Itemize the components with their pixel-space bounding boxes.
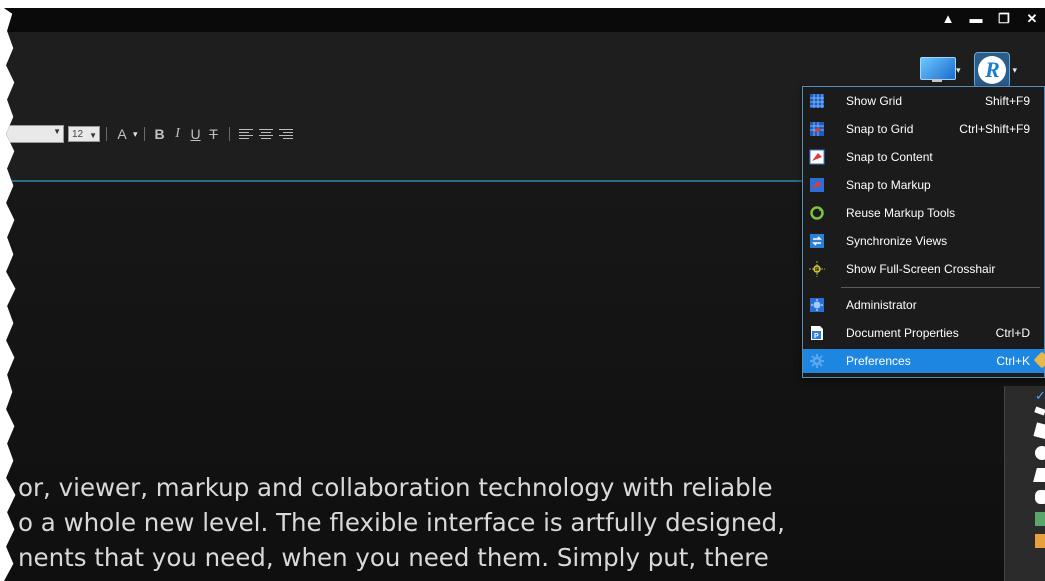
workspace-button[interactable]: ▾ xyxy=(919,57,961,83)
menu-item-label: Reuse Markup Tools xyxy=(846,206,956,220)
menu-item-label: Document Properties xyxy=(846,326,959,340)
top-right-icons: ▾ R ▾ xyxy=(919,52,1017,88)
underline-button[interactable]: U xyxy=(187,126,205,142)
reuse-tools-icon xyxy=(810,206,824,220)
font-color-button[interactable]: A xyxy=(113,126,131,142)
menu-item-label: Administrator xyxy=(846,298,917,312)
align-left-icon[interactable] xyxy=(238,128,253,140)
menu-item-snap-to-content[interactable]: Snap to Content xyxy=(803,145,1044,169)
chevron-down-icon[interactable]: ▾ xyxy=(133,129,138,140)
administrator-icon xyxy=(810,298,824,312)
chevron-down-icon: ▾ xyxy=(1012,64,1017,75)
font-size-value: 12 xyxy=(72,129,84,140)
check-icon[interactable]: ✓ xyxy=(1035,388,1045,403)
menu-item-label: Preferences xyxy=(846,354,911,368)
svg-text:P: P xyxy=(814,333,819,340)
pin-icon xyxy=(1033,351,1045,369)
toolbar-divider xyxy=(143,127,145,141)
revu-logo-icon: R xyxy=(974,52,1011,88)
menu-item-snap-to-grid[interactable]: Snap to Grid Ctrl+Shift+F9 xyxy=(803,117,1044,141)
menu-item-show-full-screen-crosshair[interactable]: Show Full-Screen Crosshair xyxy=(803,257,1044,281)
menu-item-label: Snap to Markup xyxy=(846,178,931,192)
window-controls: ▲ ▬ ❐ ✕ xyxy=(941,11,1039,27)
ellipse-tool-icon[interactable] xyxy=(1035,446,1045,460)
menu-item-label: Snap to Content xyxy=(846,150,933,164)
text-line: o a whole new level. The flexible interf… xyxy=(18,508,785,537)
restore-icon[interactable]: ❐ xyxy=(997,11,1011,27)
preferences-icon xyxy=(810,354,824,368)
ribbon-collapse-icon[interactable]: ▲ xyxy=(941,11,955,27)
menu-item-label: Snap to Grid xyxy=(846,122,914,136)
grid-icon xyxy=(810,94,824,108)
menu-item-shortcut: Ctrl+Shift+F9 xyxy=(959,122,1030,136)
menu-item-label: Show Grid xyxy=(846,94,903,108)
toolbar-divider xyxy=(106,127,107,141)
menu-item-label: Show Full-Screen Crosshair xyxy=(846,262,996,276)
document-properties-icon: P xyxy=(811,326,823,340)
rectangle-tool-icon[interactable] xyxy=(1033,422,1045,440)
menu-item-reuse-markup-tools[interactable]: Reuse Markup Tools xyxy=(803,201,1044,225)
snap-markup-icon xyxy=(810,178,824,192)
document-text: or, viewer, markup and collaboration tec… xyxy=(18,470,785,575)
menu-item-document-properties[interactable]: P Document Properties Ctrl+D xyxy=(803,321,1044,345)
monitor-icon xyxy=(919,57,956,83)
italic-button[interactable]: I xyxy=(169,126,187,142)
minimize-icon[interactable]: ▬ xyxy=(969,11,983,27)
menu-item-administrator[interactable]: Administrator xyxy=(803,293,1044,317)
bold-button[interactable]: B xyxy=(151,126,169,142)
text-line: or, viewer, markup and collaboration tec… xyxy=(18,473,773,502)
snap-content-icon xyxy=(809,149,825,165)
chevron-down-icon: ▾ xyxy=(955,64,961,75)
strikethrough-button[interactable]: T xyxy=(205,126,223,142)
menu-item-synchronize-views[interactable]: Synchronize Views xyxy=(803,229,1044,253)
toolbar-divider xyxy=(228,127,230,141)
sync-views-icon xyxy=(810,234,824,248)
menu-item-shortcut: Ctrl+D xyxy=(995,326,1030,340)
menu-item-show-grid[interactable]: Show Grid Shift+F9 xyxy=(803,89,1044,113)
menu-item-shortcut: Shift+F9 xyxy=(984,94,1030,108)
polygon-tool-icon[interactable] xyxy=(1033,468,1045,482)
markup-tools-panel: ✓ xyxy=(1004,386,1045,581)
menu-item-preferences[interactable]: Preferences Ctrl+K xyxy=(803,349,1045,373)
text-line: nents that you need, when you need them.… xyxy=(18,543,769,572)
menu-item-shortcut: Ctrl+K xyxy=(996,354,1030,368)
align-center-icon[interactable] xyxy=(258,128,273,140)
image-tool-icon[interactable] xyxy=(1035,512,1045,526)
revu-menu-button[interactable]: R ▾ xyxy=(974,52,1017,88)
revu-dropdown-menu: Show Grid Shift+F9 Snap to Grid Ctrl+Shi… xyxy=(802,86,1045,378)
snap-grid-icon xyxy=(810,122,824,136)
font-family-select[interactable]: ▼ xyxy=(4,125,64,143)
close-icon[interactable]: ✕ xyxy=(1025,11,1039,27)
font-size-select[interactable]: 12 ▼ xyxy=(68,126,100,142)
menu-item-label: Synchronize Views xyxy=(846,234,948,248)
title-bar: ▲ ▬ ❐ ✕ xyxy=(4,8,1045,32)
menu-item-snap-to-markup[interactable]: Snap to Markup xyxy=(803,173,1044,197)
stamp-tool-icon[interactable] xyxy=(1035,534,1045,548)
arrow-tool-icon[interactable] xyxy=(1034,406,1045,416)
align-right-icon[interactable] xyxy=(278,128,293,140)
menu-divider xyxy=(841,287,1040,288)
cloud-tool-icon[interactable] xyxy=(1035,490,1045,504)
format-toolbar: ▼ 12 ▼ A ▾ B I U T xyxy=(4,124,296,144)
crosshair-icon xyxy=(809,261,825,277)
